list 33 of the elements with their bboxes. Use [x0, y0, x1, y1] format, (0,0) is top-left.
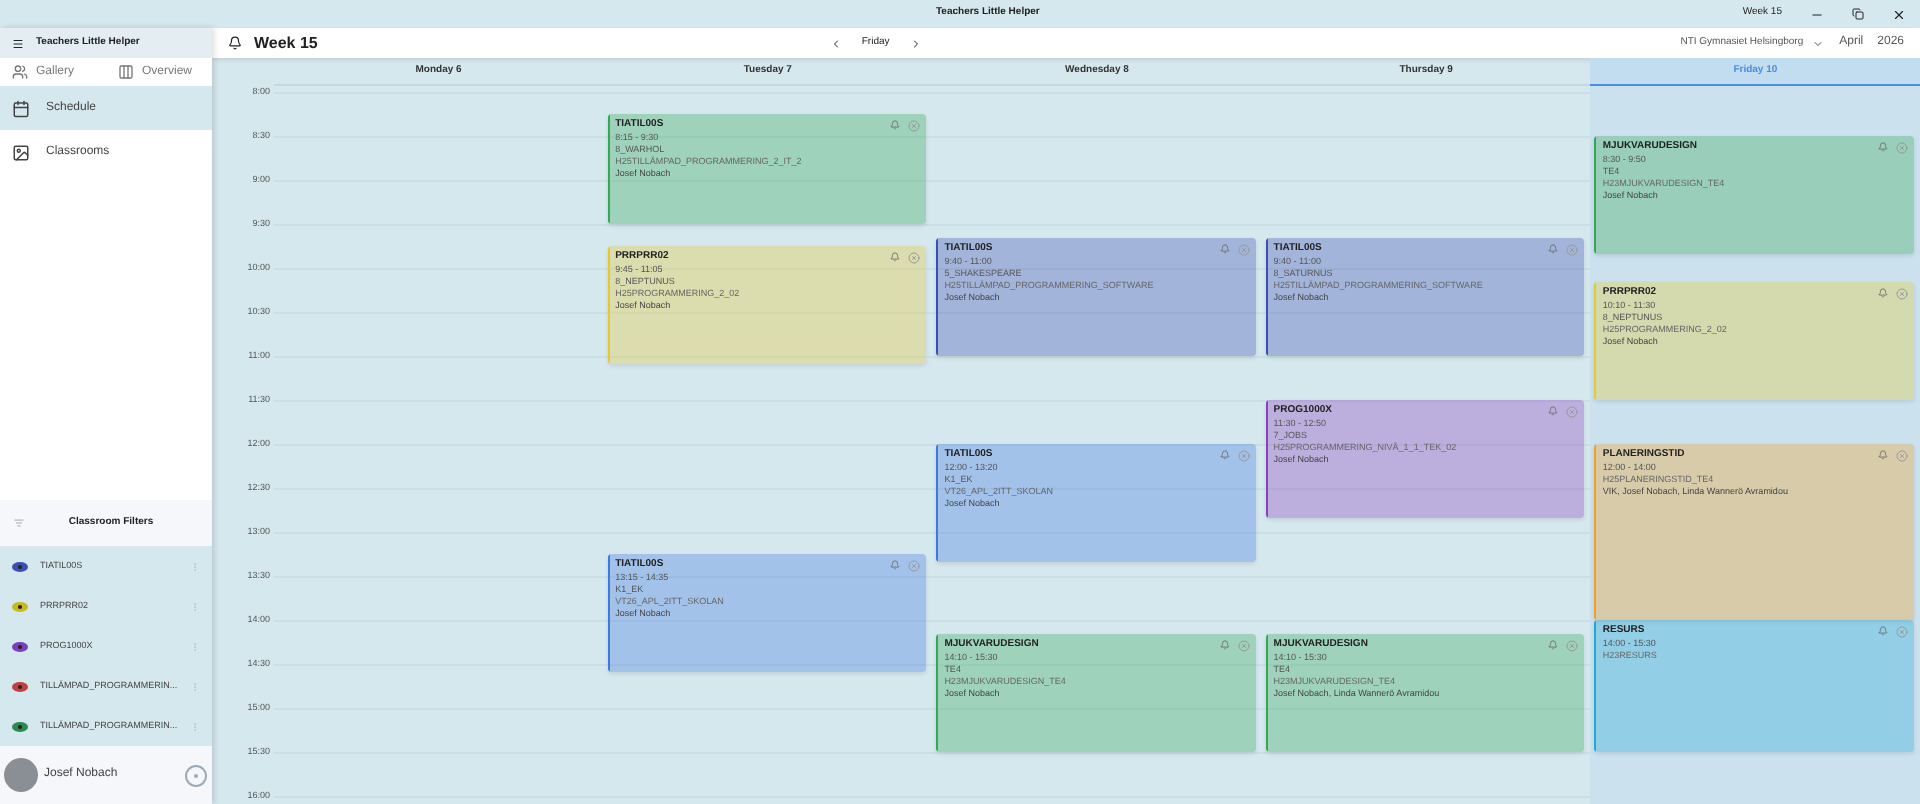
remove-icon[interactable]: [1237, 640, 1250, 653]
restore-icon[interactable]: [1852, 8, 1864, 20]
eye-icon[interactable]: [12, 601, 28, 611]
remove-icon[interactable]: [1896, 626, 1908, 638]
next-icon[interactable]: [909, 37, 922, 49]
bell-icon[interactable]: [228, 36, 242, 50]
week-title: Week 15: [254, 31, 318, 55]
remove-icon[interactable]: [1237, 450, 1250, 462]
picture-icon: [12, 143, 30, 161]
remove-icon[interactable]: [908, 252, 921, 264]
close-icon[interactable]: [1892, 7, 1906, 21]
eye-icon[interactable]: [12, 561, 28, 571]
menu-icon[interactable]: [12, 37, 24, 49]
avatar: [4, 758, 38, 792]
remove-icon[interactable]: [908, 120, 921, 132]
columns-icon: [118, 64, 134, 80]
remove-icon[interactable]: [1896, 450, 1908, 462]
eye-icon[interactable]: [12, 641, 28, 651]
remove-icon[interactable]: [1566, 244, 1579, 257]
eye-icon[interactable]: [12, 681, 28, 691]
remove-icon[interactable]: [1566, 640, 1579, 653]
remove-icon[interactable]: [1237, 244, 1250, 257]
remove-icon[interactable]: [1566, 406, 1579, 418]
remove-icon[interactable]: [1896, 288, 1908, 301]
people-icon: [12, 64, 28, 80]
remove-icon[interactable]: [908, 560, 921, 572]
caret-icon: [1811, 37, 1824, 49]
eye-icon[interactable]: [12, 721, 28, 731]
settings-icon[interactable]: [184, 763, 208, 787]
previous-icon[interactable]: [829, 37, 842, 49]
calendar-icon: [12, 99, 30, 117]
filter-icon[interactable]: [14, 518, 24, 528]
remove-icon[interactable]: [1896, 142, 1908, 154]
